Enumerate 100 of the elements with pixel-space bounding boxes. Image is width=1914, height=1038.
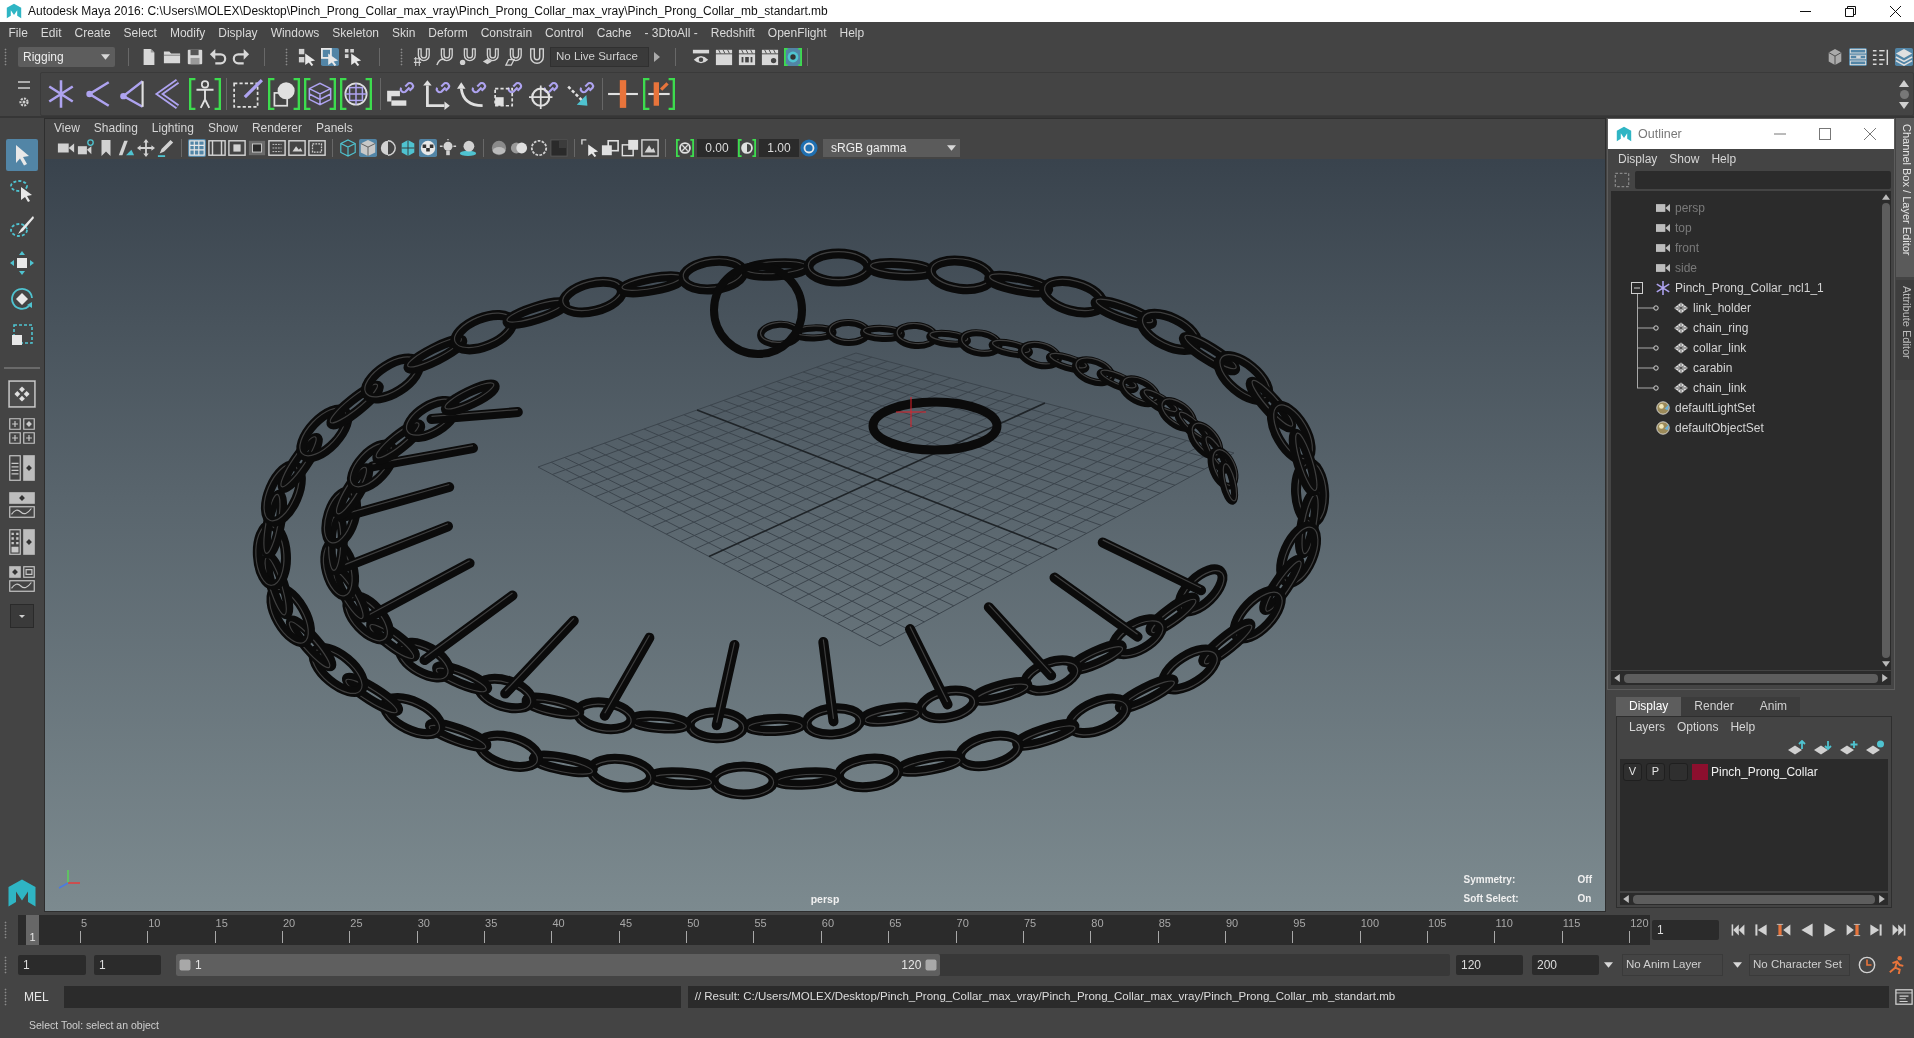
- scale-square-icon[interactable]: [10, 323, 34, 347]
- bracket-half-circle-icon[interactable]: [738, 139, 756, 157]
- live-surface-field[interactable]: No Live Surface: [550, 47, 649, 67]
- play-reverse-icon[interactable]: [1799, 922, 1815, 938]
- layer-editor-tab[interactable]: Render: [1681, 697, 1747, 716]
- dot-icon[interactable]: [1899, 89, 1909, 99]
- outliner-item[interactable]: chain_link: [1693, 380, 1747, 396]
- skip-end-icon[interactable]: [1891, 922, 1907, 938]
- scrollbar-track[interactable]: [1880, 191, 1891, 670]
- exposure-field[interactable]: 0.00: [697, 139, 737, 157]
- right-arrow-icon[interactable]: [654, 52, 660, 62]
- cursor-box-icon[interactable]: [321, 48, 339, 66]
- menu-item[interactable]: Windows: [264, 25, 326, 41]
- outliner-item[interactable]: defaultLightSet: [1675, 400, 1756, 416]
- layer-arrow-down-icon[interactable]: [1813, 740, 1833, 756]
- dim-sphere-icon[interactable]: [490, 139, 508, 157]
- clapper-bars-icon[interactable]: [738, 48, 756, 66]
- side-tab[interactable]: Attribute Editor: [1896, 280, 1914, 380]
- step-back-icon[interactable]: [1753, 922, 1769, 938]
- menu-item[interactable]: Cache: [590, 25, 638, 41]
- filter-field[interactable]: [1635, 171, 1891, 189]
- step-forward-icon[interactable]: [1868, 922, 1884, 938]
- playback-toggle[interactable]: P: [1646, 763, 1665, 781]
- rotate-diamond-icon[interactable]: [10, 287, 34, 311]
- gate-mask-icon[interactable]: [248, 139, 266, 157]
- menu-item[interactable]: Help: [1705, 151, 1743, 167]
- handle-square-icon[interactable]: [179, 959, 191, 971]
- checker-sphere-icon[interactable]: [419, 139, 437, 157]
- grid-icon[interactable]: [188, 139, 206, 157]
- layer-color-icon[interactable]: [1692, 764, 1708, 780]
- layer-plus-icon[interactable]: [1839, 740, 1859, 756]
- menu-item[interactable]: OpenFlight: [761, 25, 833, 41]
- frame-squares-icon[interactable]: [621, 139, 639, 157]
- link-corner-arrow-icon[interactable]: [421, 78, 453, 110]
- bracket-lens-icon[interactable]: [784, 48, 802, 66]
- outliner-item[interactable]: link_holder: [1693, 300, 1752, 316]
- arrow-cursor-icon[interactable]: [6, 139, 38, 171]
- scrollbar-thumb[interactable]: [1624, 673, 1878, 683]
- clapper-eye-icon[interactable]: [692, 48, 710, 66]
- cursor-squares-icon[interactable]: [298, 48, 316, 66]
- bracket-circle-grid-icon[interactable]: [340, 78, 372, 110]
- shadow-sphere-icon[interactable]: [459, 139, 477, 157]
- cursor-grid-icon[interactable]: [344, 48, 362, 66]
- camera-ring-icon[interactable]: [77, 139, 95, 157]
- menu-item[interactable]: Skeleton: [325, 25, 386, 41]
- outliner-item[interactable]: chain_ring: [1693, 320, 1749, 336]
- scrollbar-track[interactable]: [1611, 671, 1891, 685]
- menu-item[interactable]: File: [2, 25, 35, 41]
- playback-start-field[interactable]: 1: [94, 955, 161, 975]
- grid-brush-icon[interactable]: [232, 78, 264, 110]
- end-frame-field[interactable]: 200: [1532, 955, 1599, 975]
- pan-arrows-icon[interactable]: [137, 139, 155, 157]
- left-arrow-icon[interactable]: [1623, 895, 1629, 903]
- timeline-ruler[interactable]: 1 5 10 15 20 25 30 35 40 45 50 55 60 65 70 75 80 85 90 95 100 105 110 115 120: [18, 915, 1650, 945]
- diamond-pane-icon[interactable]: [8, 379, 36, 408]
- menu-item[interactable]: Redshift: [704, 25, 762, 41]
- collapse-box-icon[interactable]: [1631, 282, 1643, 294]
- menu-item[interactable]: Display: [1612, 151, 1664, 167]
- lasso-brush-icon[interactable]: [10, 215, 34, 239]
- bracket-lattice-icon[interactable]: [304, 78, 336, 110]
- menu-item[interactable]: Display: [211, 25, 265, 41]
- lasso-cursor-icon[interactable]: [10, 179, 34, 203]
- magnet-icon[interactable]: [528, 48, 546, 66]
- bracket-figure-icon[interactable]: [189, 78, 221, 110]
- play-icon[interactable]: [1822, 922, 1838, 938]
- character-set-dropdown[interactable]: No Character Set: [1749, 954, 1850, 976]
- down-arrow-icon[interactable]: [1881, 661, 1890, 667]
- four-pane-icon[interactable]: [8, 416, 36, 445]
- right-arrow-icon[interactable]: [1879, 895, 1885, 903]
- move-arrows-icon[interactable]: [10, 251, 34, 275]
- menu-item[interactable]: Create: [68, 25, 118, 41]
- color-space-dropdown[interactable]: sRGB gamma: [823, 139, 960, 157]
- current-frame-marker[interactable]: 1: [26, 915, 39, 945]
- menu-item[interactable]: Layers: [1623, 719, 1672, 735]
- clapper-icon[interactable]: [715, 48, 733, 66]
- clapper-gear-icon[interactable]: [761, 48, 779, 66]
- menu-item[interactable]: Help: [833, 25, 871, 41]
- gamma-field[interactable]: 1.00: [759, 139, 799, 157]
- range-slider-track[interactable]: 1 120: [176, 954, 1450, 976]
- layer-stack-icon[interactable]: [1895, 48, 1913, 66]
- redo-arrow-icon[interactable]: [232, 48, 250, 66]
- dashed-ring-icon[interactable]: [530, 139, 548, 157]
- up-arrow-icon[interactable]: [1899, 79, 1909, 87]
- outliner-item[interactable]: collar_link: [1693, 340, 1747, 356]
- restore-icon[interactable]: [1845, 5, 1856, 17]
- gear-icon[interactable]: [18, 95, 30, 108]
- menu-lines-icon[interactable]: [18, 80, 30, 89]
- picture-frame-icon[interactable]: [641, 139, 659, 157]
- panel-menu-item[interactable]: Shading: [86, 120, 145, 136]
- up-arrow-icon[interactable]: [1881, 194, 1890, 200]
- dot-grid-pane-icon[interactable]: [8, 527, 36, 556]
- side-tab[interactable]: Channel Box / Layer Editor: [1896, 118, 1914, 277]
- scrollbar-track[interactable]: [1620, 893, 1888, 905]
- dashed-square-icon[interactable]: [1614, 172, 1630, 188]
- pencil-icon[interactable]: [157, 139, 175, 157]
- film-strip-icon[interactable]: [208, 139, 226, 157]
- image-plane-icon[interactable]: [117, 139, 135, 157]
- key-forward-icon[interactable]: [1845, 922, 1861, 938]
- current-time-field[interactable]: 1: [1652, 920, 1719, 940]
- layer-editor-tab[interactable]: Anim: [1746, 697, 1801, 716]
